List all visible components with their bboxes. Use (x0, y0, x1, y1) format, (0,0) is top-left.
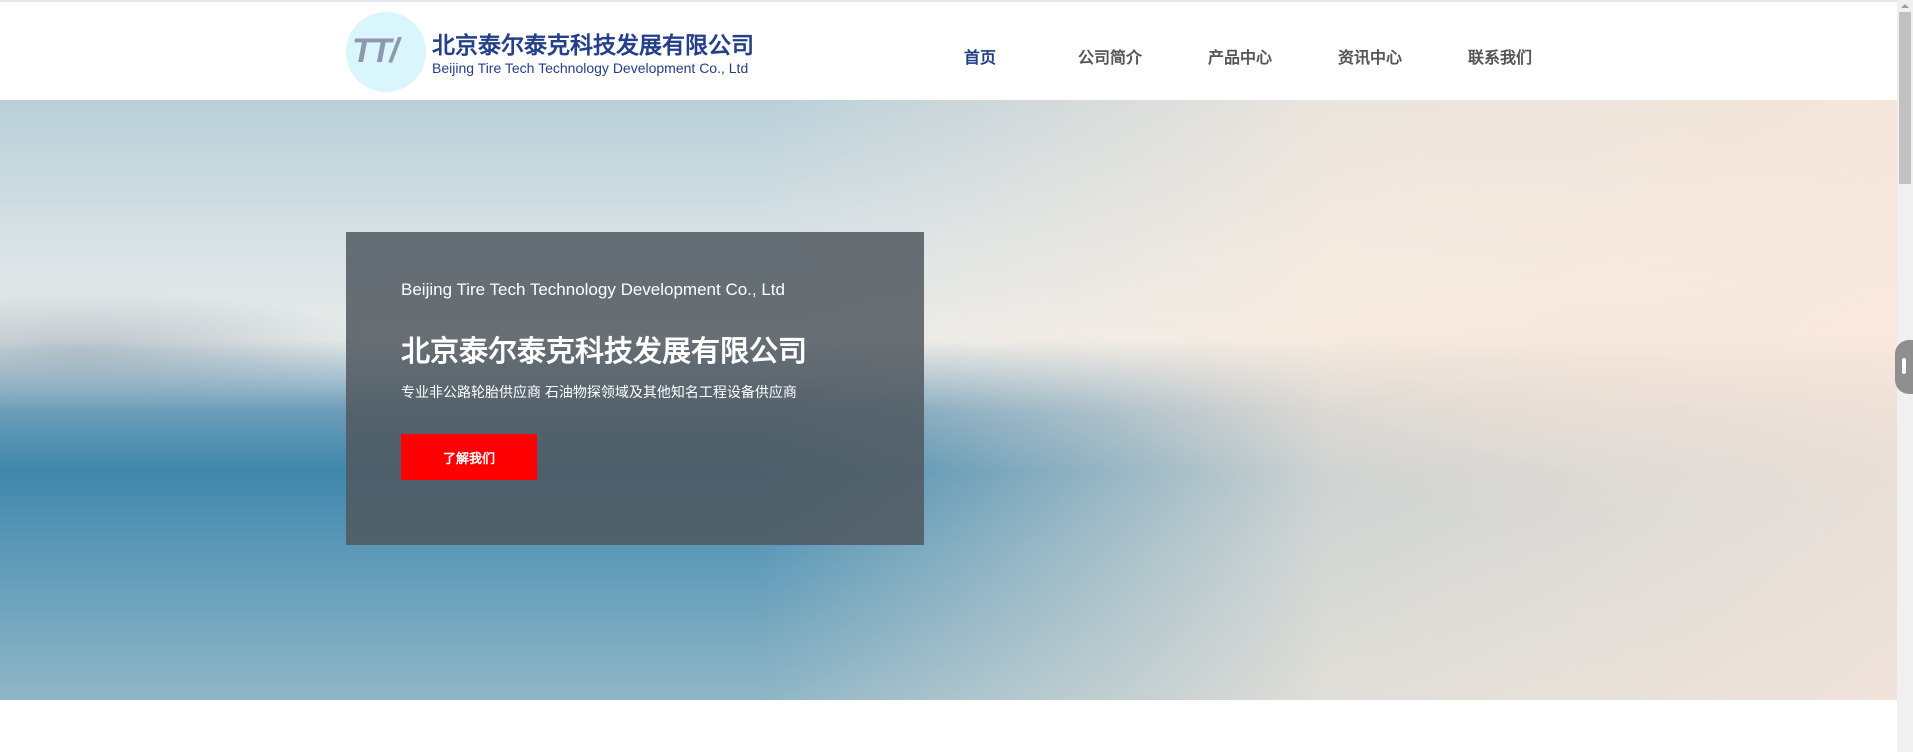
company-name-cn: 北京泰尔泰克科技发展有限公司 (432, 32, 754, 58)
site-header: TT/ 北京泰尔泰克科技发展有限公司 Beijing Tire Tech Tec… (0, 2, 1897, 100)
grip-icon (1902, 358, 1906, 374)
nav-home[interactable]: 首页 (964, 44, 996, 68)
nav-news[interactable]: 资讯中心 (1338, 44, 1402, 68)
scrollbar-thumb[interactable] (1899, 12, 1911, 184)
hero-card: Beijing Tire Tech Technology Development… (346, 232, 924, 545)
hero-subtitle: Beijing Tire Tech Technology Development… (401, 280, 785, 299)
hero-title: 北京泰尔泰克科技发展有限公司 (401, 336, 808, 368)
company-logo[interactable]: TT/ (346, 12, 426, 92)
nav-contact[interactable]: 联系我们 (1468, 44, 1532, 68)
nav-about[interactable]: 公司简介 (1078, 44, 1142, 68)
learn-more-button[interactable]: 了解我们 (401, 434, 537, 480)
hero-description: 专业非公路轮胎供应商 石油物探领域及其他知名工程设备供应商 (401, 384, 797, 400)
scroll-up-arrow-icon[interactable] (1901, 4, 1909, 8)
hero-banner (0, 100, 1897, 700)
side-panel-handle[interactable] (1895, 340, 1913, 394)
logo-mark: TT/ (352, 32, 399, 70)
nav-products[interactable]: 产品中心 (1208, 44, 1272, 68)
company-name-en: Beijing Tire Tech Technology Development… (432, 60, 749, 76)
